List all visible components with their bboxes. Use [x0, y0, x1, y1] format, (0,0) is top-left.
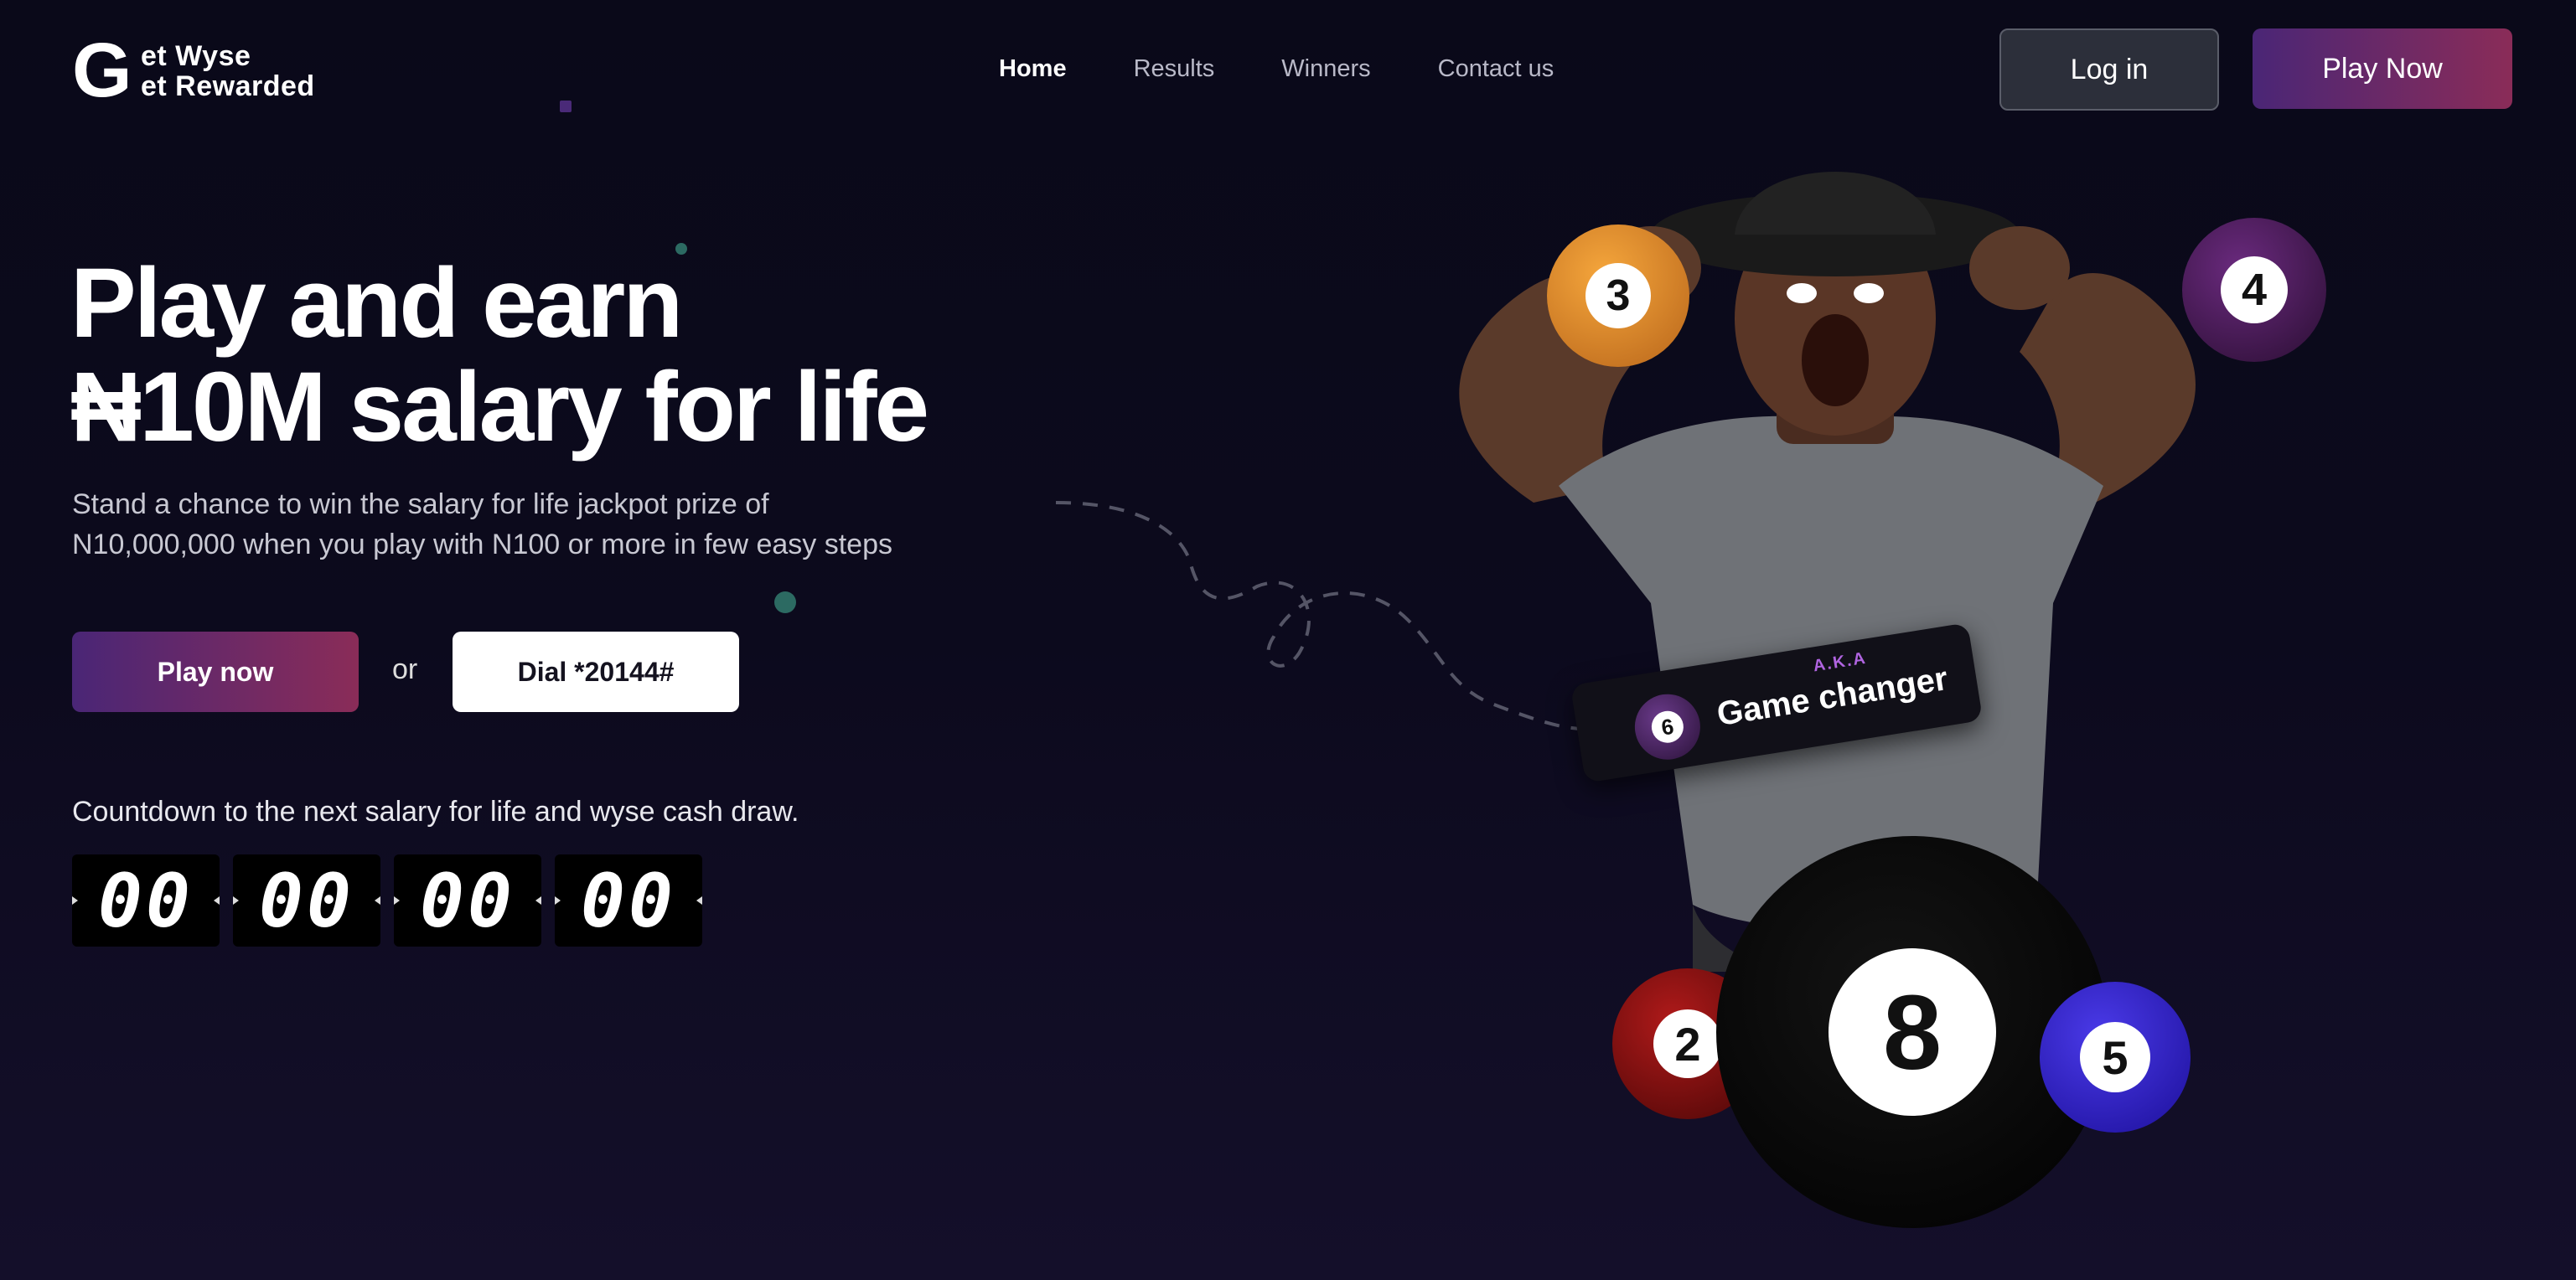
logo-line-1: et Wyse — [141, 40, 251, 72]
hero-artwork: 3 4 6 A.K.A Game changer 2 8 5 — [1257, 134, 2480, 1257]
ball-number: 4 — [2241, 265, 2268, 315]
ball-4: 4 — [2182, 218, 2326, 362]
brand-logo[interactable]: G et Wyse et Rewarded — [72, 32, 357, 109]
countdown-tile: 00 — [394, 854, 541, 947]
logo-line-2: et Rewarded — [141, 70, 315, 102]
countdown-value: 00 — [98, 857, 194, 944]
ball-number: 8 — [1882, 973, 1942, 1092]
countdown-tile: 00 — [72, 854, 220, 947]
countdown-value: 00 — [581, 857, 676, 944]
hero-headline: Play and earn ₦10M salary for life — [70, 248, 929, 462]
countdown-value: 00 — [420, 857, 515, 944]
dial-ussd-button[interactable]: Dial *20144# — [453, 632, 739, 712]
countdown-tile: 00 — [555, 854, 702, 947]
ball-number: 2 — [1674, 1017, 1701, 1071]
aka-label: A.K.A — [1812, 648, 1869, 676]
ball-5: 5 — [2040, 982, 2191, 1133]
decor-dot — [774, 591, 796, 613]
hero-subtext-line-2: N10,000,000 when you play with N100 or m… — [72, 529, 892, 560]
countdown-label: Countdown to the next salary for life an… — [72, 796, 799, 828]
countdown-timer: 00 00 00 00 — [72, 854, 702, 947]
nav-winners[interactable]: Winners — [1281, 55, 1370, 83]
ball-number: 5 — [2102, 1030, 2129, 1084]
countdown-value: 00 — [259, 857, 354, 944]
nav-results[interactable]: Results — [1134, 55, 1215, 83]
ball-number: 3 — [1606, 271, 1631, 320]
ball-3: 3 — [1547, 225, 1689, 367]
hero-subtext: Stand a chance to win the salary for lif… — [72, 484, 1044, 565]
hero-subtext-line-1: Stand a chance to win the salary for lif… — [72, 488, 769, 520]
header-play-now-button[interactable]: Play Now — [2253, 28, 2512, 109]
hero-headline-line-1: Play and earn — [70, 248, 683, 359]
login-button[interactable]: Log in — [1999, 28, 2219, 111]
countdown-tile: 00 — [233, 854, 380, 947]
nav-contact-us[interactable]: Contact us — [1438, 55, 1554, 83]
main-nav: Home Results Winners Contact us — [999, 55, 1554, 83]
logo-mark: G — [72, 28, 132, 113]
hero-headline-line-2: ₦10M salary for life — [70, 352, 929, 462]
or-text: or — [392, 653, 418, 685]
play-now-button[interactable]: Play now — [72, 632, 359, 712]
decor-dot — [560, 101, 572, 112]
nav-home[interactable]: Home — [999, 55, 1067, 83]
ball-6: 6 — [1630, 689, 1705, 765]
ball-number: 6 — [1649, 708, 1686, 746]
